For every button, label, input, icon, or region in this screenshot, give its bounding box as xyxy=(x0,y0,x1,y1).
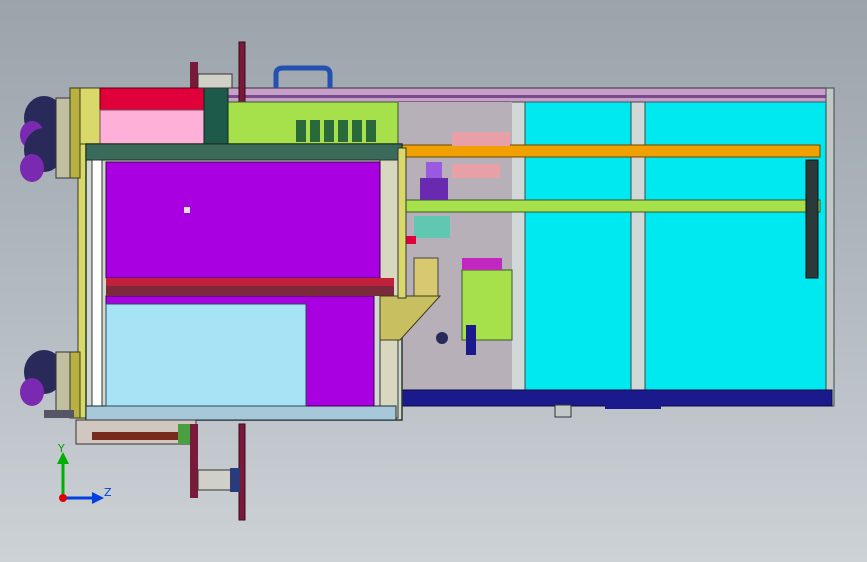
green-bar-lower xyxy=(397,199,821,213)
knob xyxy=(436,332,448,344)
axis-triad: Y Z xyxy=(57,442,112,504)
bottom-foot xyxy=(554,404,572,418)
magenta-panel-upper xyxy=(105,161,381,279)
caster-bottom-left xyxy=(20,350,74,418)
red-block xyxy=(99,87,205,111)
bottom-strip xyxy=(605,405,661,409)
cabinet-left-rail xyxy=(91,159,103,419)
orange-bar-upper xyxy=(397,144,821,158)
teal-column-cap xyxy=(197,73,233,89)
divider-maroon xyxy=(106,286,394,296)
carry-handle xyxy=(273,65,333,88)
cabinet-bottom-rail xyxy=(85,405,397,421)
cylinder-green xyxy=(414,216,450,238)
motor-purple xyxy=(420,178,448,200)
x-axis-dot xyxy=(59,494,67,502)
assembly-drawing: Y Z xyxy=(20,41,835,521)
lower-bracket-green xyxy=(178,424,190,444)
z-axis-arrow xyxy=(92,492,104,504)
cabinet-top-rail xyxy=(85,143,403,161)
bottom-frame-rail xyxy=(391,389,833,407)
magenta-plate xyxy=(462,258,502,270)
pink-block xyxy=(99,109,205,145)
y-axis-label: Y xyxy=(57,442,65,455)
right-vertical-bar xyxy=(805,159,819,279)
gear-pink-2 xyxy=(452,164,500,178)
bottom-bracket xyxy=(190,424,198,498)
main-frame-top xyxy=(77,87,101,145)
light-blue-window xyxy=(105,303,307,407)
bottom-caster-hub xyxy=(230,468,240,492)
lower-bracket-bar xyxy=(92,432,182,440)
door-lock xyxy=(184,207,190,213)
caster-top-left xyxy=(20,96,71,182)
divider-red xyxy=(106,278,394,286)
gold-post xyxy=(397,147,407,299)
motor-cap xyxy=(426,162,442,178)
teal-column xyxy=(203,87,229,145)
bottom-caster xyxy=(197,469,233,491)
gold-cylinder xyxy=(413,257,439,299)
blue-bolt xyxy=(466,325,476,355)
z-axis-label: Z xyxy=(104,486,112,499)
gear-pink xyxy=(452,132,510,146)
side-post-left xyxy=(69,87,81,179)
side-post-left-lower xyxy=(69,351,81,419)
right-end-post xyxy=(825,87,835,407)
cad-viewport[interactable]: Y Z xyxy=(0,0,867,562)
